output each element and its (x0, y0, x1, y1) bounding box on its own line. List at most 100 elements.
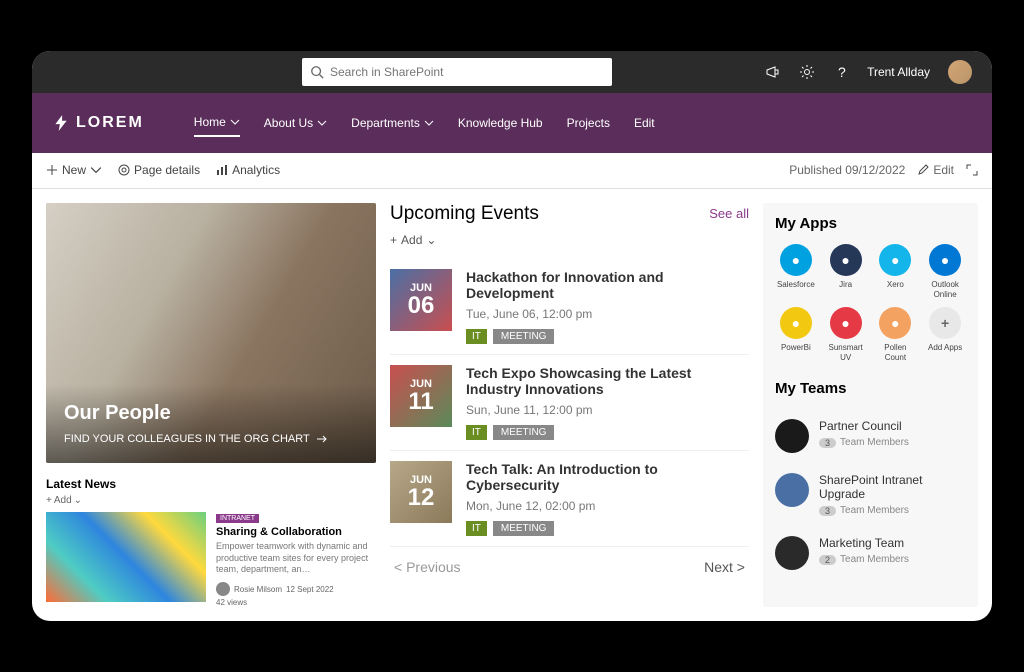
nav-edit[interactable]: Edit (634, 109, 655, 137)
team-name: Partner Council (819, 419, 966, 433)
event-time: Tue, June 06, 12:00 pm (466, 307, 749, 321)
pencil-icon (917, 164, 929, 176)
event-date-badge: JUN06 (390, 269, 452, 331)
author-avatar-icon (216, 582, 230, 596)
hero-title: Our People (64, 402, 358, 425)
team-members: 3Team Members (819, 505, 966, 516)
plus-icon (46, 164, 58, 176)
site-nav: LOREM Home About Us Departments Knowledg… (32, 93, 992, 153)
team-item[interactable]: SharePoint Intranet Upgrade 3Team Members (775, 463, 966, 526)
event-tag: MEETING (493, 329, 555, 344)
news-title: Sharing & Collaboration (216, 526, 376, 538)
username[interactable]: Trent Allday (867, 65, 930, 79)
hero-card[interactable]: Our People FIND YOUR COLLEAGUES IN THE O… (46, 203, 376, 463)
app-item[interactable]: ●PowerBi (775, 307, 817, 362)
team-name: SharePoint Intranet Upgrade (819, 473, 966, 501)
team-item[interactable]: Marketing Team 2Team Members (775, 526, 966, 580)
see-all-link[interactable]: See all (709, 206, 749, 221)
app-label: Salesforce (775, 280, 817, 290)
team-members: 3Team Members (819, 437, 966, 448)
nav-knowledge[interactable]: Knowledge Hub (458, 109, 543, 137)
news-tag: INTRANET (216, 514, 259, 523)
search-input[interactable] (330, 65, 604, 79)
megaphone-icon[interactable] (765, 64, 781, 80)
nav-projects[interactable]: Projects (567, 109, 610, 137)
event-item[interactable]: JUN06 Hackathon for Innovation and Devel… (390, 259, 749, 355)
app-label: Sunsmart UV (825, 343, 867, 362)
news-item[interactable]: INTRANET Sharing & Collaboration Empower… (46, 512, 376, 607)
app-icon: + (929, 307, 961, 339)
page-details-button[interactable]: Page details (118, 163, 200, 177)
event-time: Mon, June 12, 02:00 pm (466, 499, 749, 513)
app-label: PowerBi (775, 343, 817, 353)
expand-icon[interactable] (966, 164, 978, 176)
news-author: Rosie Milsom 12 Sept 2022 (216, 582, 376, 596)
news-thumbnail (46, 512, 206, 602)
edit-button[interactable]: Edit (917, 163, 954, 177)
app-icon: ● (830, 307, 862, 339)
app-label: Outlook Online (924, 280, 966, 299)
search-icon (310, 65, 324, 79)
events-add-button[interactable]: + Add ⌄ (390, 233, 749, 247)
event-name: Tech Expo Showcasing the Latest Industry… (466, 365, 749, 397)
gear-icon (118, 164, 130, 176)
my-apps-title: My Apps (775, 215, 966, 232)
team-item[interactable]: Partner Council 3Team Members (775, 409, 966, 463)
event-tag: MEETING (493, 425, 555, 440)
arrow-right-icon (316, 433, 328, 445)
avatar[interactable] (948, 60, 972, 84)
app-item[interactable]: ● Jira (825, 244, 867, 299)
event-item[interactable]: JUN11 Tech Expo Showcasing the Latest In… (390, 355, 749, 451)
app-item[interactable]: ● Outlook Online (924, 244, 966, 299)
app-label: Xero (875, 280, 917, 290)
my-teams-title: My Teams (775, 380, 966, 397)
event-tag: IT (466, 329, 487, 344)
news-add-button[interactable]: + Add ⌄ (46, 495, 376, 506)
team-icon (775, 536, 809, 570)
hero-subtitle: FIND YOUR COLLEAGUES IN THE ORG CHART (64, 433, 358, 445)
team-members: 2Team Members (819, 554, 966, 565)
team-icon (775, 419, 809, 453)
new-button[interactable]: New (46, 163, 102, 177)
previous-button[interactable]: < Previous (394, 559, 461, 575)
svg-text:?: ? (838, 64, 846, 80)
chevron-down-icon (317, 118, 327, 128)
app-item[interactable]: ● Sunsmart UV (825, 307, 867, 362)
gear-icon[interactable] (799, 64, 815, 80)
app-icon: ● (929, 244, 961, 276)
news-header: Latest News (46, 477, 376, 491)
event-name: Tech Talk: An Introduction to Cybersecur… (466, 461, 749, 493)
event-tag: IT (466, 521, 487, 536)
app-icon: ● (879, 307, 911, 339)
site-logo[interactable]: LOREM (52, 114, 144, 132)
published-date: Published 09/12/2022 (789, 163, 905, 177)
app-item[interactable]: ●Pollen Count (875, 307, 917, 362)
app-item[interactable]: ● Salesforce (775, 244, 817, 299)
event-item[interactable]: JUN12 Tech Talk: An Introduction to Cybe… (390, 451, 749, 547)
search-box[interactable] (302, 58, 612, 86)
team-name: Marketing Team (819, 536, 966, 550)
app-icon: ● (830, 244, 862, 276)
nav-about[interactable]: About Us (264, 109, 327, 137)
command-bar: New Page details Analytics Published 09/… (32, 153, 992, 189)
news-description: Empower teamwork with dynamic and produc… (216, 541, 376, 576)
app-label: Jira (825, 280, 867, 290)
suite-header: ? Trent Allday (32, 51, 992, 93)
chevron-down-icon (424, 118, 434, 128)
next-button[interactable]: Next > (704, 559, 745, 575)
analytics-button[interactable]: Analytics (216, 163, 280, 177)
nav-home[interactable]: Home (194, 109, 240, 137)
help-icon[interactable]: ? (833, 64, 849, 80)
nav-departments[interactable]: Departments (351, 109, 434, 137)
team-icon (775, 473, 809, 507)
app-item[interactable]: ●Xero (875, 244, 917, 299)
chevron-down-icon (90, 164, 102, 176)
events-title: Upcoming Events (390, 203, 539, 225)
app-item[interactable]: +Add Apps (924, 307, 966, 362)
chart-icon (216, 164, 228, 176)
app-icon: ● (780, 244, 812, 276)
event-tag: IT (466, 425, 487, 440)
chevron-down-icon (230, 117, 240, 127)
event-date-badge: JUN12 (390, 461, 452, 523)
event-tag: MEETING (493, 521, 555, 536)
